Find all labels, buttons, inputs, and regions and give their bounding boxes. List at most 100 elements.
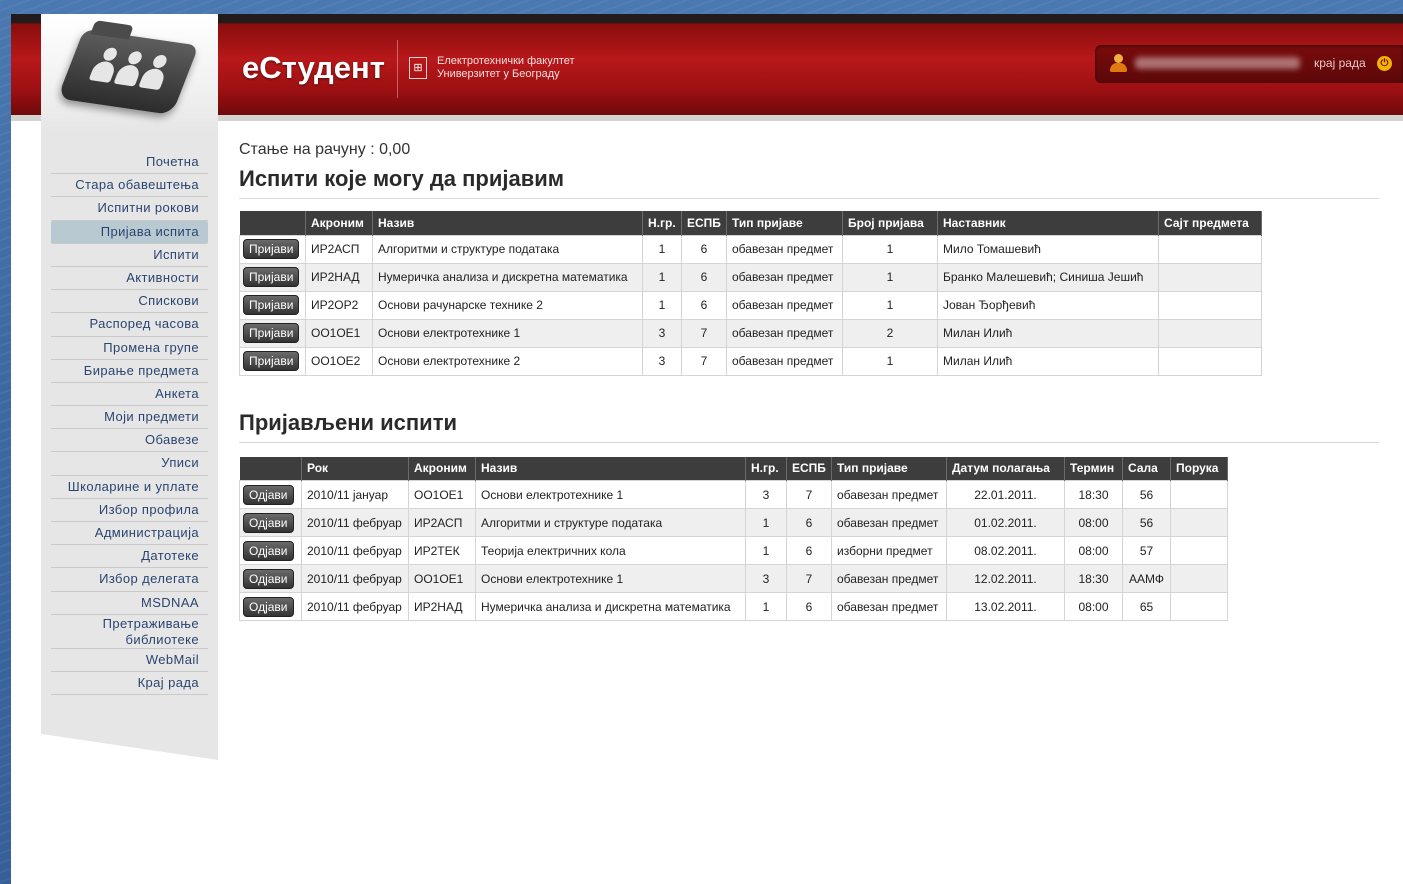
user-box: крај рада ⏻: [1095, 45, 1403, 83]
cell-term: 2010/11 фебруар: [301, 536, 409, 565]
cell-time: 08:00: [1064, 592, 1123, 621]
register-button[interactable]: Пријави: [243, 295, 300, 315]
cell-name: Основи електротехнике 1: [475, 564, 746, 593]
sidebar-item-lists[interactable]: Спискови: [51, 290, 208, 314]
register-button[interactable]: Пријави: [243, 351, 300, 371]
sidebar-item-survey[interactable]: Анкета: [51, 383, 208, 407]
unregister-button[interactable]: Одјави: [243, 568, 294, 589]
unregister-button[interactable]: Одјави: [243, 512, 294, 533]
cell-term: 2010/11 фебруар: [301, 564, 409, 593]
sidebar-item-library-search[interactable]: Претраживање библиотеке: [51, 615, 208, 649]
sidebar-item-msdnaa[interactable]: MSDNAA: [51, 592, 208, 615]
sidebar-item-obligations[interactable]: Обавезе: [51, 429, 208, 453]
cell-room: 65: [1122, 592, 1171, 621]
register-button[interactable]: Пријави: [243, 239, 300, 259]
brand-title[interactable]: еСтудент: [242, 50, 385, 86]
col-name: Назив: [475, 456, 746, 481]
cell-teacher: Бранко Малешевић; Синиша Јешић: [937, 262, 1159, 292]
register-button[interactable]: Пријави: [243, 323, 300, 343]
power-icon[interactable]: ⏻: [1377, 56, 1392, 71]
sidebar-item-administration[interactable]: Администрација: [51, 522, 208, 546]
available-exams-table: Акроним Назив Н.гр. ЕСПБ Тип пријаве Бро…: [239, 211, 1262, 376]
col-count: Број пријава: [842, 211, 938, 235]
cell-term: 2010/11 јануар: [301, 480, 409, 509]
sidebar-item-profile-choice[interactable]: Избор профила: [51, 499, 208, 522]
col-type: Тип пријаве: [831, 456, 947, 481]
cell-type: обавезан предмет: [726, 234, 843, 264]
cell-count: 1: [842, 234, 938, 264]
cell-site: [1158, 318, 1262, 348]
faculty-line-2: Универзитет у Београду: [437, 68, 560, 80]
unregister-button[interactable]: Одјави: [243, 484, 294, 505]
cell-room: 56: [1122, 508, 1171, 537]
cell-group: 3: [642, 318, 682, 348]
unregister-button[interactable]: Одјави: [243, 596, 294, 617]
table-row: Одјави 2010/11 фебруар ИР2НАД Нумеричка …: [239, 592, 1228, 621]
cell-espb: 7: [786, 564, 832, 593]
brand-separator: [397, 40, 398, 98]
cell-name: Основи електротехнике 2: [372, 346, 643, 376]
cell-message: [1170, 508, 1228, 537]
cell-acronym: ИР2АСП: [305, 234, 373, 264]
unregister-button[interactable]: Одјави: [243, 540, 294, 561]
table-row: Одјави 2010/11 фебруар ИР2ТЕК Теорија ел…: [239, 536, 1228, 565]
browser-page: еСтудент ⊞ Електротехнички факултет Унив…: [11, 14, 1403, 884]
sidebar-item-home[interactable]: Почетна: [51, 151, 208, 175]
sidebar-item-course-selection[interactable]: Бирање предмета: [51, 360, 208, 383]
cell-message: [1170, 480, 1228, 509]
cell-group: 1: [745, 508, 787, 537]
sidebar-item-activities[interactable]: Активности: [51, 267, 208, 291]
sidebar-item-group-change[interactable]: Промена групе: [51, 337, 208, 360]
cell-room: 57: [1122, 536, 1171, 565]
col-date: Датум полагања: [946, 456, 1065, 481]
cell-term: 2010/11 фебруар: [301, 592, 409, 621]
cell-acronym: ИР2АСП: [408, 508, 476, 537]
cell-acronym: ИР2НАД: [305, 262, 373, 292]
cell-teacher: Милан Илић: [937, 346, 1159, 376]
register-button[interactable]: Пријави: [243, 267, 300, 287]
logout-link[interactable]: крај рада: [1314, 56, 1366, 70]
sidebar-item-old-notices[interactable]: Стара обавештења: [51, 174, 208, 198]
cell-room: ААМФ: [1122, 564, 1171, 593]
cell-group: 3: [745, 564, 787, 593]
registered-exams-table: Рок Акроним Назив Н.гр. ЕСПБ Тип пријаве…: [239, 456, 1228, 621]
cell-type: обавезан предмет: [726, 290, 843, 320]
available-table-header: Акроним Назив Н.гр. ЕСПБ Тип пријаве Бро…: [239, 211, 1262, 235]
cell-espb: 7: [681, 346, 727, 376]
header: еСтудент ⊞ Електротехнички факултет Унив…: [11, 14, 1403, 121]
sidebar-item-exam-periods[interactable]: Испитни рокови: [51, 197, 208, 221]
cell-count: 1: [842, 346, 938, 376]
sidebar-item-enrollments[interactable]: Уписи: [51, 452, 208, 476]
sidebar-item-schedule[interactable]: Распоред часова: [51, 313, 208, 337]
cell-espb: 6: [786, 592, 832, 621]
cell-espb: 7: [786, 480, 832, 509]
cell-acronym: ИР2ТЕК: [408, 536, 476, 565]
sidebar-item-files[interactable]: Датотеке: [51, 545, 208, 569]
cell-espb: 6: [681, 262, 727, 292]
col-acronym: Акроним: [408, 456, 476, 481]
faculty-logo-icon: ⊞: [409, 57, 427, 79]
cell-type: обавезан предмет: [831, 564, 947, 593]
cell-time: 08:00: [1064, 508, 1123, 537]
cell-type: обавезан предмет: [831, 480, 947, 509]
cell-group: 1: [642, 234, 682, 264]
cell-espb: 6: [786, 536, 832, 565]
faculty-name: Електротехнички факултет Универзитет у Б…: [437, 55, 575, 81]
cell-message: [1170, 592, 1228, 621]
col-acronym: Акроним: [305, 211, 373, 235]
username-blurred: [1135, 57, 1300, 69]
sidebar-item-tuition[interactable]: Школарине и уплате: [51, 476, 208, 499]
cell-type: обавезан предмет: [831, 508, 947, 537]
sidebar-item-delegate-choice[interactable]: Избор делегата: [51, 568, 208, 592]
table-row: Одјави 2010/11 фебруар ИР2АСП Алгоритми …: [239, 508, 1228, 537]
cell-time: 18:30: [1064, 480, 1123, 509]
sidebar-item-my-courses[interactable]: Моји предмети: [51, 406, 208, 430]
cell-date: 22.01.2011.: [946, 480, 1065, 509]
sidebar-item-webmail[interactable]: WebMail: [51, 649, 208, 672]
cell-site: [1158, 346, 1262, 376]
col-action: [239, 211, 306, 235]
sidebar-item-exams[interactable]: Испити: [51, 244, 208, 267]
sidebar-item-exam-registration[interactable]: Пријава испита: [51, 220, 208, 244]
sidebar-item-end-session[interactable]: Крај рада: [51, 672, 208, 696]
col-espb: ЕСПБ: [786, 456, 832, 481]
